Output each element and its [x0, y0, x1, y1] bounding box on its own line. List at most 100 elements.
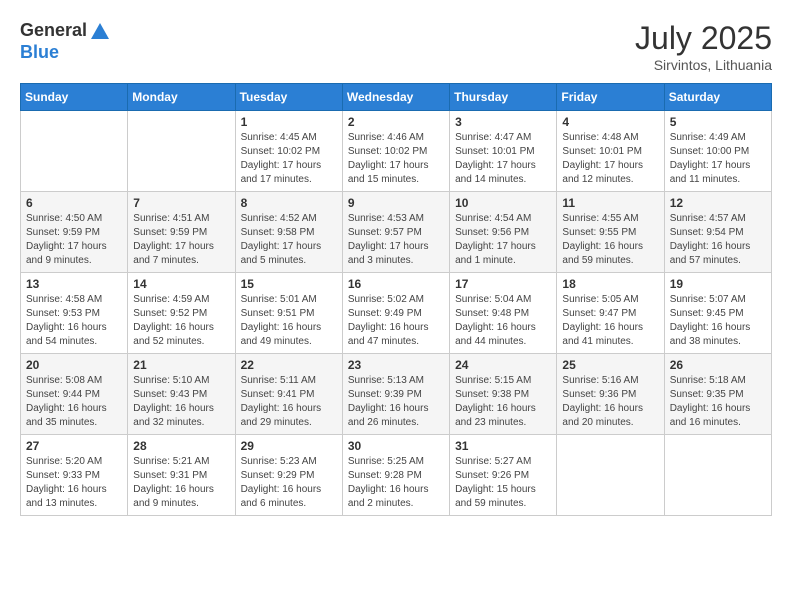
- day-number: 10: [455, 196, 551, 210]
- day-info: Sunrise: 5:25 AMSunset: 9:28 PMDaylight:…: [348, 455, 444, 511]
- day-number: 19: [670, 277, 766, 291]
- day-info: Sunrise: 4:46 AMSunset: 10:02 PMDaylight…: [348, 131, 444, 187]
- calendar-cell: 25 Sunrise: 5:16 AMSunset: 9:36 PMDayligh…: [557, 354, 664, 435]
- weekday-header-thursday: Thursday: [450, 84, 557, 111]
- calendar-cell: 1 Sunrise: 4:45 AMSunset: 10:02 PMDayligh…: [235, 111, 342, 192]
- day-number: 21: [133, 358, 229, 372]
- calendar-cell: 24Sunrise: 5:15 AMSunset: 9:38 PMDayligh…: [450, 354, 557, 435]
- calendar-cell: 19 Sunrise: 5:07 AMSunset: 9:45 PMDayligh…: [664, 273, 771, 354]
- day-number: 18: [562, 277, 658, 291]
- day-info: Sunrise: 4:58 AMSunset: 9:53 PMDaylight:…: [26, 293, 122, 349]
- calendar-cell: 11 Sunrise: 4:55 AMSunset: 9:55 PMDayligh…: [557, 192, 664, 273]
- calendar-cell: 26 Sunrise: 5:18 AMSunset: 9:35 PMDayligh…: [664, 354, 771, 435]
- calendar-cell: 15 Sunrise: 5:01 AMSunset: 9:51 PMDayligh…: [235, 273, 342, 354]
- day-number: 31: [455, 439, 551, 453]
- calendar-week-3: 13 Sunrise: 4:58 AMSunset: 9:53 PMDayligh…: [21, 273, 772, 354]
- calendar-cell: [664, 435, 771, 516]
- day-info: Sunrise: 4:52 AMSunset: 9:58 PMDaylight:…: [241, 212, 337, 268]
- logo-icon: [89, 21, 111, 43]
- calendar-cell: 28 Sunrise: 5:21 AMSunset: 9:31 PMDayligh…: [128, 435, 235, 516]
- day-info: Sunrise: 5:05 AMSunset: 9:47 PMDaylight:…: [562, 293, 658, 349]
- day-number: 25: [562, 358, 658, 372]
- logo-text: General Blue: [20, 20, 113, 63]
- day-number: 30: [348, 439, 444, 453]
- location-title: Sirvintos, Lithuania: [635, 57, 772, 73]
- calendar-cell: 29Sunrise: 5:23 AMSunset: 9:29 PMDayligh…: [235, 435, 342, 516]
- day-info: Sunrise: 5:07 AMSunset: 9:45 PMDaylight:…: [670, 293, 766, 349]
- calendar-cell: 17 Sunrise: 5:04 AMSunset: 9:48 PMDayligh…: [450, 273, 557, 354]
- day-number: 16: [348, 277, 444, 291]
- month-title: July 2025: [635, 20, 772, 57]
- calendar-cell: 6 Sunrise: 4:50 AMSunset: 9:59 PMDaylight…: [21, 192, 128, 273]
- calendar-cell: 13 Sunrise: 4:58 AMSunset: 9:53 PMDayligh…: [21, 273, 128, 354]
- day-info: Sunrise: 4:50 AMSunset: 9:59 PMDaylight:…: [26, 212, 122, 268]
- calendar-week-4: 20Sunrise: 5:08 AMSunset: 9:44 PMDayligh…: [21, 354, 772, 435]
- calendar-cell: 8Sunrise: 4:52 AMSunset: 9:58 PMDaylight…: [235, 192, 342, 273]
- day-info: Sunrise: 4:49 AMSunset: 10:00 PMDaylight…: [670, 131, 766, 187]
- day-number: 4: [562, 115, 658, 129]
- weekday-header-friday: Friday: [557, 84, 664, 111]
- weekday-header-saturday: Saturday: [664, 84, 771, 111]
- calendar-cell: 31 Sunrise: 5:27 AMSunset: 9:26 PMDayligh…: [450, 435, 557, 516]
- day-number: 13: [26, 277, 122, 291]
- day-number: 23: [348, 358, 444, 372]
- day-info: Sunrise: 4:47 AMSunset: 10:01 PMDaylight…: [455, 131, 551, 187]
- day-info: Sunrise: 5:02 AMSunset: 9:49 PMDaylight:…: [348, 293, 444, 349]
- calendar-cell: 22Sunrise: 5:11 AMSunset: 9:41 PMDayligh…: [235, 354, 342, 435]
- title-block: July 2025 Sirvintos, Lithuania: [635, 20, 772, 73]
- day-number: 29: [241, 439, 337, 453]
- calendar-cell: 5 Sunrise: 4:49 AMSunset: 10:00 PMDayligh…: [664, 111, 771, 192]
- weekday-header-row: SundayMondayTuesdayWednesdayThursdayFrid…: [21, 84, 772, 111]
- weekday-header-monday: Monday: [128, 84, 235, 111]
- day-number: 14: [133, 277, 229, 291]
- day-number: 27: [26, 439, 122, 453]
- day-number: 5: [670, 115, 766, 129]
- calendar-week-5: 27 Sunrise: 5:20 AMSunset: 9:33 PMDayligh…: [21, 435, 772, 516]
- day-number: 7: [133, 196, 229, 210]
- calendar-cell: 23Sunrise: 5:13 AMSunset: 9:39 PMDayligh…: [342, 354, 449, 435]
- day-info: Sunrise: 5:21 AMSunset: 9:31 PMDaylight:…: [133, 455, 229, 511]
- calendar-cell: 4 Sunrise: 4:48 AMSunset: 10:01 PMDayligh…: [557, 111, 664, 192]
- day-info: Sunrise: 5:01 AMSunset: 9:51 PMDaylight:…: [241, 293, 337, 349]
- day-info: Sunrise: 5:18 AMSunset: 9:35 PMDaylight:…: [670, 374, 766, 430]
- calendar-cell: 10Sunrise: 4:54 AMSunset: 9:56 PMDayligh…: [450, 192, 557, 273]
- day-number: 15: [241, 277, 337, 291]
- day-number: 1: [241, 115, 337, 129]
- day-number: 28: [133, 439, 229, 453]
- day-info: Sunrise: 5:27 AMSunset: 9:26 PMDaylight:…: [455, 455, 551, 511]
- calendar-cell: 2 Sunrise: 4:46 AMSunset: 10:02 PMDayligh…: [342, 111, 449, 192]
- day-info: Sunrise: 5:11 AMSunset: 9:41 PMDaylight:…: [241, 374, 337, 430]
- calendar-cell: 18 Sunrise: 5:05 AMSunset: 9:47 PMDayligh…: [557, 273, 664, 354]
- weekday-header-wednesday: Wednesday: [342, 84, 449, 111]
- day-info: Sunrise: 5:15 AMSunset: 9:38 PMDaylight:…: [455, 374, 551, 430]
- day-info: Sunrise: 5:08 AMSunset: 9:44 PMDaylight:…: [26, 374, 122, 430]
- calendar-cell: 9Sunrise: 4:53 AMSunset: 9:57 PMDaylight…: [342, 192, 449, 273]
- day-info: Sunrise: 5:04 AMSunset: 9:48 PMDaylight:…: [455, 293, 551, 349]
- calendar-cell: [21, 111, 128, 192]
- calendar-cell: 30 Sunrise: 5:25 AMSunset: 9:28 PMDayligh…: [342, 435, 449, 516]
- day-number: 17: [455, 277, 551, 291]
- day-number: 6: [26, 196, 122, 210]
- calendar-week-1: 1 Sunrise: 4:45 AMSunset: 10:02 PMDayligh…: [21, 111, 772, 192]
- calendar-table: SundayMondayTuesdayWednesdayThursdayFrid…: [20, 83, 772, 516]
- day-number: 11: [562, 196, 658, 210]
- page-header: General Blue July 2025 Sirvintos, Lithua…: [20, 20, 772, 73]
- calendar-cell: 16 Sunrise: 5:02 AMSunset: 9:49 PMDayligh…: [342, 273, 449, 354]
- logo-blue: Blue: [20, 42, 59, 62]
- day-info: Sunrise: 5:16 AMSunset: 9:36 PMDaylight:…: [562, 374, 658, 430]
- day-number: 26: [670, 358, 766, 372]
- day-info: Sunrise: 4:59 AMSunset: 9:52 PMDaylight:…: [133, 293, 229, 349]
- calendar-cell: 7 Sunrise: 4:51 AMSunset: 9:59 PMDaylight…: [128, 192, 235, 273]
- calendar-cell: [128, 111, 235, 192]
- weekday-header-tuesday: Tuesday: [235, 84, 342, 111]
- day-info: Sunrise: 4:57 AMSunset: 9:54 PMDaylight:…: [670, 212, 766, 268]
- day-number: 3: [455, 115, 551, 129]
- day-number: 2: [348, 115, 444, 129]
- day-info: Sunrise: 4:48 AMSunset: 10:01 PMDaylight…: [562, 131, 658, 187]
- day-info: Sunrise: 5:20 AMSunset: 9:33 PMDaylight:…: [26, 455, 122, 511]
- calendar-cell: 21Sunrise: 5:10 AMSunset: 9:43 PMDayligh…: [128, 354, 235, 435]
- logo: General Blue: [20, 20, 113, 63]
- day-info: Sunrise: 4:45 AMSunset: 10:02 PMDaylight…: [241, 131, 337, 187]
- day-info: Sunrise: 4:55 AMSunset: 9:55 PMDaylight:…: [562, 212, 658, 268]
- day-info: Sunrise: 4:51 AMSunset: 9:59 PMDaylight:…: [133, 212, 229, 268]
